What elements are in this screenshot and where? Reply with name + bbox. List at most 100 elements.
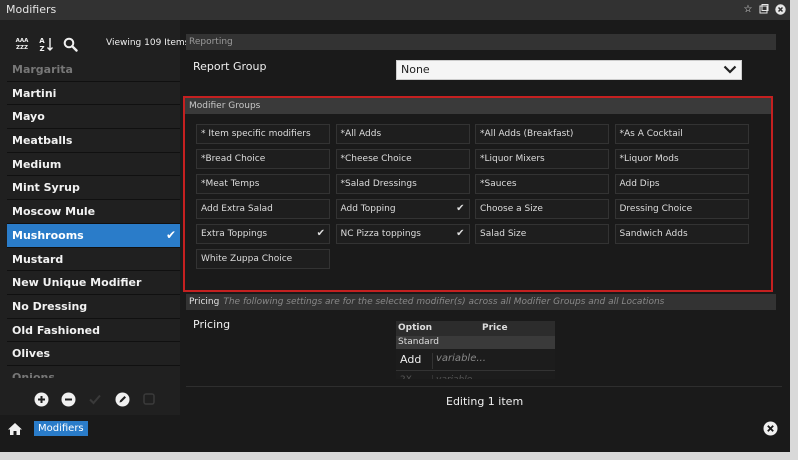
- price-option: Add: [400, 353, 422, 366]
- modifier-group-label: *Bread Choice: [201, 154, 266, 164]
- list-item[interactable]: Medium: [7, 153, 180, 177]
- list-item[interactable]: Mayo: [7, 105, 180, 130]
- sort-alpha-icon[interactable]: AAA ZZZ: [14, 35, 30, 53]
- remove-icon[interactable]: [59, 390, 77, 408]
- modifier-group-option[interactable]: *Bread Choice: [196, 149, 330, 169]
- checkmark-icon: ✔: [456, 203, 465, 214]
- modifier-group-label: Extra Toppings: [201, 229, 268, 239]
- price-option: 2X: [400, 375, 412, 379]
- divider: [186, 386, 782, 387]
- modifier-group-label: Dressing Choice: [619, 204, 693, 214]
- list-item[interactable]: Margarita: [7, 58, 180, 82]
- list-item[interactable]: Onions: [7, 366, 180, 378]
- price-value-input[interactable]: variable...: [432, 353, 486, 369]
- sort-ascending-icon[interactable]: AZ: [38, 35, 54, 53]
- modifier-group-option[interactable]: Add Extra Salad: [196, 199, 330, 219]
- report-group-label: Report Group: [193, 60, 267, 73]
- modifier-group-label: *All Adds (Breakfast): [480, 129, 574, 139]
- modifier-group-label: * Item specific modifiers: [201, 129, 311, 139]
- modifier-group-option[interactable]: *Meat Temps: [196, 174, 330, 194]
- edit-icon[interactable]: [113, 390, 131, 408]
- modifier-group-option[interactable]: Sandwich Adds: [614, 224, 749, 244]
- list-item[interactable]: New Unique Modifier: [7, 271, 180, 295]
- price-rows: Add variable... 2X variable...: [396, 349, 555, 379]
- checkmark-icon: ✔: [456, 228, 465, 239]
- modifier-group-option[interactable]: *Cheese Choice: [335, 149, 470, 169]
- modifier-group-label: *Meat Temps: [201, 179, 260, 189]
- modifier-group-option[interactable]: * Item specific modifiers: [196, 124, 330, 144]
- modifier-group-option[interactable]: NC Pizza toppings ✔: [335, 224, 470, 244]
- list-item-label: Mustard: [12, 252, 64, 266]
- restore-window-icon[interactable]: [758, 2, 770, 16]
- sidebar: AAA ZZZ AZ Viewing 109 Items Margarita Mar…: [0, 20, 189, 415]
- col-option-header: Option: [398, 323, 433, 333]
- modifier-group-option[interactable]: *As A Cocktail: [614, 124, 749, 144]
- modifier-group-label: Add Extra Salad: [201, 204, 273, 214]
- modifier-groups-header: Modifier Groups: [185, 98, 771, 114]
- modifier-group-option[interactable]: Dressing Choice: [614, 199, 749, 219]
- modifier-group-option[interactable]: White Zuppa Choice: [196, 249, 330, 269]
- search-icon[interactable]: [62, 35, 78, 53]
- list-item-label: Medium: [12, 157, 62, 171]
- report-group-select[interactable]: None: [396, 60, 742, 80]
- price-value-input[interactable]: variable...: [432, 375, 481, 379]
- list-item-label: New Unique Modifier: [12, 276, 142, 290]
- svg-text:AAA: AAA: [16, 38, 29, 44]
- list-item-label: Mushrooms: [12, 228, 84, 242]
- list-item-label: Olives: [12, 347, 51, 361]
- list-item[interactable]: Olives: [7, 342, 180, 366]
- list-item[interactable]: Meatballs: [7, 129, 180, 153]
- close-window-icon[interactable]: [774, 2, 786, 16]
- modifier-list[interactable]: Margarita Martini Mayo Meatballs Medium Mint …: [7, 58, 180, 378]
- modifier-group-label: Sandwich Adds: [619, 229, 688, 239]
- list-item-label: No Dressing: [12, 299, 88, 313]
- list-item[interactable]: Mustard: [7, 248, 180, 272]
- modifier-group-option[interactable]: *Sauces: [475, 174, 609, 194]
- list-item[interactable]: Moscow Mule: [7, 200, 180, 224]
- list-item[interactable]: Mint Syrup: [7, 176, 180, 201]
- window-controls: ☆: [742, 2, 786, 16]
- modifier-group-option[interactable]: Add Dips: [614, 174, 749, 194]
- modifier-group-option[interactable]: Extra Toppings ✔: [196, 224, 330, 244]
- close-icon[interactable]: [763, 421, 778, 440]
- list-item-label: Meatballs: [12, 134, 73, 148]
- chevron-down-icon: [723, 63, 737, 81]
- star-icon[interactable]: ☆: [742, 2, 754, 16]
- modifier-group-label: Salad Size: [480, 229, 527, 239]
- reporting-section-header: Reporting: [186, 34, 776, 50]
- editing-status: Editing 1 item: [446, 395, 524, 408]
- modifier-group-option[interactable]: *Liquor Mixers: [475, 149, 609, 169]
- pricing-section-header: Pricing The following settings are for th…: [186, 294, 776, 310]
- breadcrumb-modifiers[interactable]: Modifiers: [34, 421, 88, 436]
- modifier-group-label: *Liquor Mods: [619, 154, 679, 164]
- home-icon[interactable]: [7, 421, 23, 440]
- modifier-group-label: *Salad Dressings: [340, 179, 417, 189]
- pricing-header-description: The following settings are for the selec…: [223, 297, 665, 307]
- item-count: Viewing 109 Items: [106, 38, 190, 48]
- list-item[interactable]: Old Fashioned: [7, 319, 180, 343]
- checkmark-icon: ✔: [316, 228, 325, 239]
- add-icon[interactable]: [32, 390, 50, 408]
- modifier-group-label: Add Topping: [340, 204, 396, 214]
- modifier-group-option[interactable]: *All Adds: [335, 124, 470, 144]
- list-item[interactable]: No Dressing: [7, 295, 180, 319]
- modifier-group-option[interactable]: Choose a Size: [475, 199, 609, 219]
- svg-text:A: A: [39, 37, 45, 45]
- svg-text:ZZZ: ZZZ: [16, 45, 28, 51]
- modifier-group-option[interactable]: Add Topping ✔: [335, 199, 470, 219]
- sidebar-actions: [0, 388, 180, 412]
- list-item[interactable]: Martini: [7, 82, 180, 106]
- modifier-group-label: *Sauces: [480, 179, 517, 189]
- modifier-group-option[interactable]: Salad Size: [475, 224, 609, 244]
- modifier-group-label: *Cheese Choice: [340, 154, 412, 164]
- modifier-group-option[interactable]: *Salad Dressings: [335, 174, 470, 194]
- modifier-group-label: *Liquor Mixers: [480, 154, 545, 164]
- svg-text:Z: Z: [39, 45, 44, 52]
- modifier-group-label: Add Dips: [619, 179, 660, 189]
- list-item-label: Old Fashioned: [12, 323, 100, 337]
- list-item-label: Mint Syrup: [12, 181, 80, 195]
- list-item[interactable]: Mushrooms ✔: [7, 223, 180, 248]
- price-table: Option Price Standard Add variable... 2X va…: [396, 321, 555, 379]
- modifier-group-option[interactable]: *All Adds (Breakfast): [475, 124, 609, 144]
- modifier-group-option[interactable]: *Liquor Mods: [614, 149, 749, 169]
